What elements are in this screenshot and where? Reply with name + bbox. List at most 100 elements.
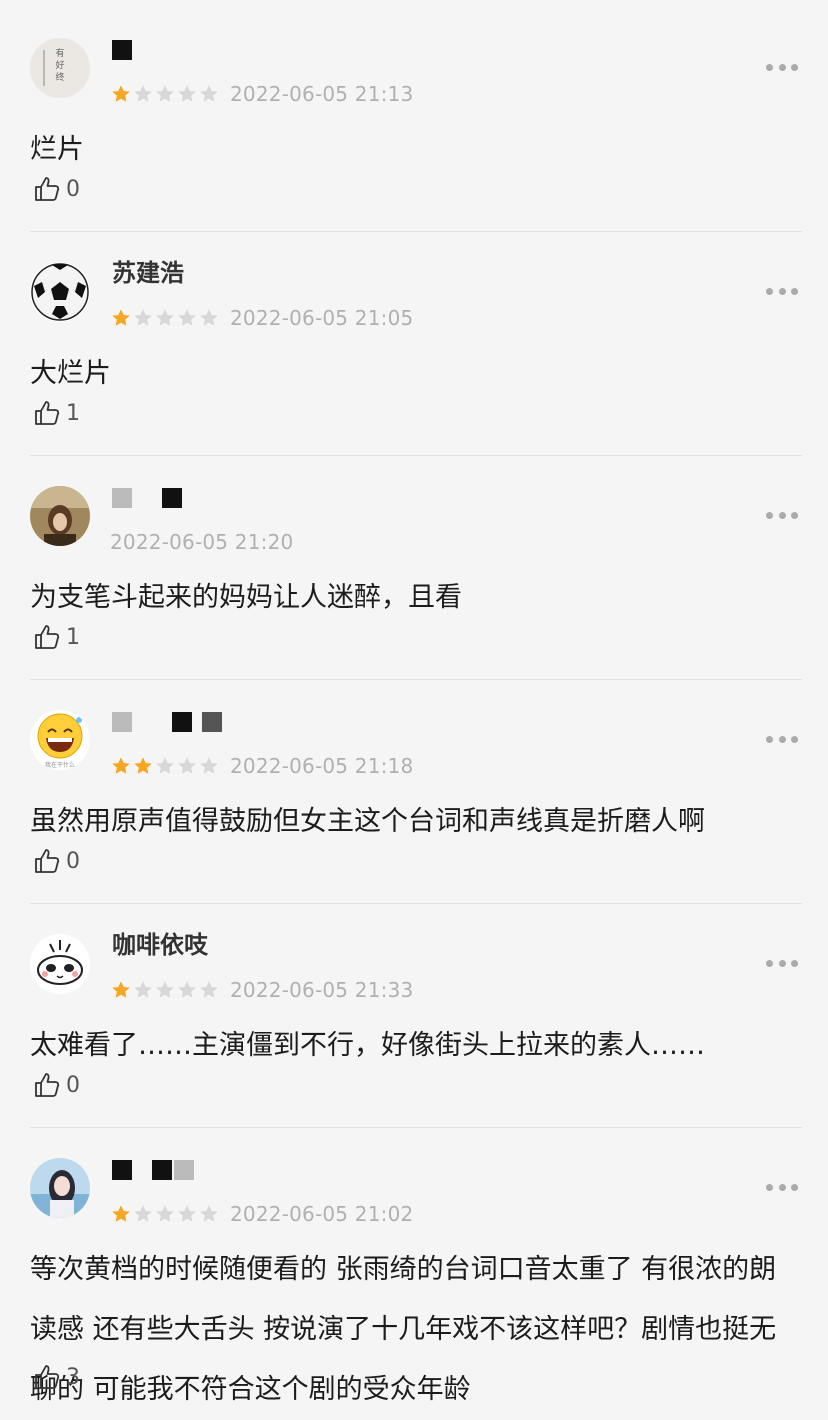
star-icon [176, 979, 198, 1001]
star-icon [154, 979, 176, 1001]
redacted-block [152, 1160, 172, 1180]
more-dot-icon [778, 511, 786, 519]
more-dot-icon [766, 959, 773, 967]
comment-meta: 2022-06-05 21:02 [110, 1200, 413, 1228]
thumbs-up-icon [35, 401, 60, 425]
thumbs-up-icon [35, 177, 60, 201]
star-icon [176, 307, 198, 329]
comment-text: 大烂片 [30, 358, 111, 389]
more-options-button[interactable] [766, 958, 798, 968]
more-dot-icon [778, 959, 786, 967]
more-dot-icon [766, 63, 773, 71]
star-icon [154, 1203, 176, 1225]
star-icon [110, 755, 132, 777]
username[interactable]: 苏建浩 [112, 256, 184, 296]
more-dot-icon [778, 287, 786, 295]
like-count: 1 [66, 624, 80, 650]
more-options-button[interactable] [766, 734, 798, 744]
star-icon [198, 83, 220, 105]
like-button[interactable]: 0 [32, 172, 80, 206]
comment-item: 有 好 终 2022-06-05 21:13 烂片 0 [0, 8, 828, 232]
star-rating [110, 307, 220, 329]
star-icon [110, 979, 132, 1001]
like-count: 3 [66, 1364, 80, 1390]
avatar[interactable] [30, 486, 90, 546]
like-button[interactable]: 0 [32, 1068, 80, 1102]
star-rating [110, 979, 220, 1001]
like-button[interactable]: 1 [32, 620, 80, 654]
svg-text:我在干什么: 我在干什么 [45, 761, 75, 769]
avatar[interactable]: 我在干什么 [30, 710, 90, 770]
star-icon [198, 1203, 220, 1225]
like-button[interactable]: 0 [32, 844, 80, 878]
more-options-button[interactable] [766, 1182, 798, 1192]
more-dot-icon [791, 287, 798, 295]
star-icon [176, 83, 198, 105]
avatar-girl-photo-icon [30, 1158, 90, 1218]
thumbs-up-icon [35, 849, 60, 873]
comment-time: 2022-06-05 21:20 [110, 530, 294, 554]
comment-item: 我在干什么 2022-06-05 21:18 虽然用原声值得鼓励但女主这个台词和… [0, 680, 828, 904]
thumbs-up-icon [35, 1073, 60, 1097]
redacted-block [112, 712, 132, 732]
comment-text: 虽然用原声值得鼓励但女主这个台词和声线真是折磨人啊 [30, 806, 705, 837]
comment-list: 有 好 终 2022-06-05 21:13 烂片 0 苏建浩 2022-06-… [0, 8, 828, 1418]
comment-time: 2022-06-05 21:02 [230, 1202, 414, 1226]
comment-time: 2022-06-05 21:18 [230, 754, 414, 778]
comment-text: 太难看了……主演僵到不行，好像街头上拉来的素人…… [30, 1030, 705, 1061]
star-icon [198, 307, 220, 329]
more-options-button[interactable] [766, 62, 798, 72]
more-dot-icon [791, 959, 798, 967]
thumbs-up-icon [35, 625, 60, 649]
more-dot-icon [791, 735, 798, 743]
more-options-button[interactable] [766, 286, 798, 296]
redacted-block [112, 40, 132, 60]
comment-time: 2022-06-05 21:33 [230, 978, 414, 1002]
avatar[interactable] [30, 1158, 90, 1218]
like-count: 0 [66, 848, 80, 874]
star-icon [132, 1203, 154, 1225]
redacted-block [112, 1160, 132, 1180]
comment-meta: 2022-06-05 21:05 [110, 304, 413, 332]
star-rating [110, 755, 220, 777]
like-button[interactable]: 3 [32, 1360, 80, 1394]
username[interactable] [112, 32, 142, 72]
comment-meta: 2022-06-05 21:13 [110, 80, 413, 108]
avatar[interactable]: 有 好 终 [30, 38, 90, 98]
star-icon [132, 979, 154, 1001]
star-icon [198, 755, 220, 777]
star-icon [132, 83, 154, 105]
avatar-book-cover-icon: 有 好 终 [30, 38, 90, 98]
username[interactable] [112, 1152, 204, 1192]
star-icon [154, 307, 176, 329]
star-rating [110, 1203, 220, 1225]
star-icon [132, 307, 154, 329]
like-count: 0 [66, 176, 80, 202]
star-icon [132, 755, 154, 777]
avatar[interactable] [30, 934, 90, 994]
avatar-cartoon-face-icon [30, 934, 90, 994]
star-rating [110, 83, 220, 105]
like-count: 0 [66, 1072, 80, 1098]
star-icon [176, 1203, 198, 1225]
more-dot-icon [778, 63, 786, 71]
comment-time: 2022-06-05 21:13 [230, 82, 414, 106]
redacted-block [202, 712, 222, 732]
username[interactable] [112, 704, 232, 744]
more-dot-icon [778, 1183, 786, 1191]
redacted-block [172, 712, 192, 732]
svg-text:有: 有 [55, 47, 64, 59]
star-icon [110, 1203, 132, 1225]
comment-meta: 2022-06-05 21:18 [110, 752, 413, 780]
star-icon [110, 83, 132, 105]
star-icon [198, 979, 220, 1001]
comment-meta: 2022-06-05 21:20 [110, 528, 293, 556]
more-options-button[interactable] [766, 510, 798, 520]
username[interactable] [112, 480, 192, 520]
username[interactable]: 咖啡依吱 [112, 928, 208, 968]
avatar-laughing-emoji-icon: 我在干什么 [30, 710, 90, 770]
more-dot-icon [791, 511, 798, 519]
like-button[interactable]: 1 [32, 396, 80, 430]
avatar[interactable] [30, 262, 90, 322]
comment-item: 2022-06-05 21:02 等次黄档的时候随便看的 张雨绮的台词口音太重了… [0, 1128, 828, 1418]
